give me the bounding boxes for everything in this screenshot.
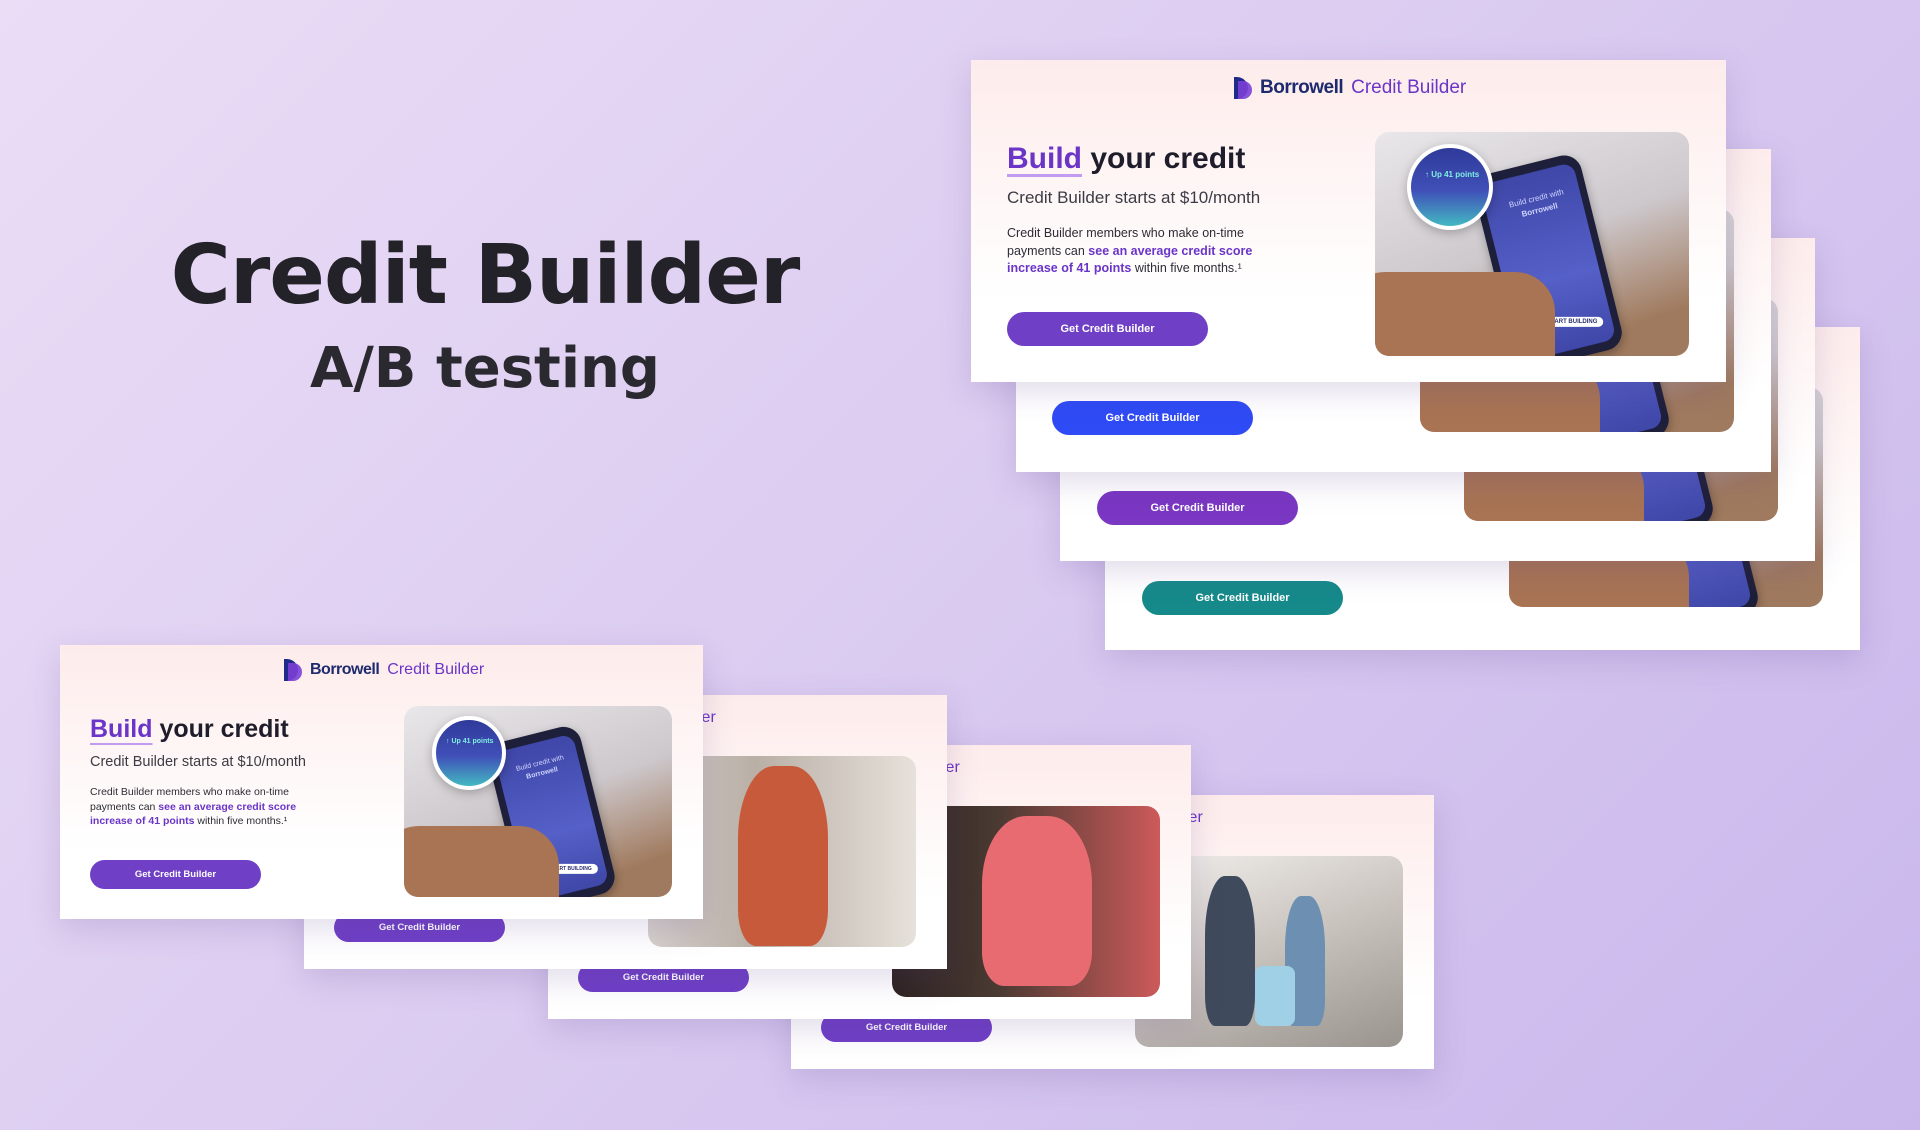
- ad-card-primary-small: Borrowell Credit Builder Build your cred…: [60, 645, 703, 919]
- headline-accent: Build: [90, 715, 153, 743]
- zoom-label: ↑ Up 41 points: [446, 738, 494, 745]
- cta-button-teal[interactable]: Get Credit Builder: [1142, 581, 1343, 615]
- headline-accent: Build: [1007, 142, 1082, 175]
- brand-product: Credit Builder: [1351, 77, 1467, 98]
- person-image: [738, 766, 828, 946]
- zoom-chart-circle: ↑ Up 41 points: [1407, 144, 1493, 230]
- brand-product: Credit Builder: [387, 661, 485, 678]
- ad-photo-phone: Build credit with Borrowell START BUILDI…: [404, 706, 672, 897]
- cta-button-purple[interactable]: Get Credit Builder: [90, 860, 261, 889]
- person-image: [982, 816, 1092, 986]
- borrowell-logo-icon: [284, 659, 302, 681]
- cta-button-purple[interactable]: Get Credit Builder: [1007, 312, 1208, 346]
- ad-photo-phone: Build credit with Borrowell START BUILDI…: [1375, 132, 1689, 356]
- ad-body: Credit Builder members who make on-time …: [90, 785, 318, 829]
- ad-subhead: Credit Builder starts at $10/month: [1007, 188, 1261, 207]
- hero-subtitle: A/B testing: [310, 336, 660, 401]
- suitcase-image: [1255, 966, 1295, 1026]
- cta-button-blue[interactable]: Get Credit Builder: [1052, 401, 1253, 435]
- cta-button-violet[interactable]: Get Credit Builder: [1097, 491, 1298, 525]
- hand-image: [1375, 272, 1555, 356]
- ad-body: Credit Builder members who make on-time …: [1007, 225, 1277, 278]
- body-suffix: within five months.¹: [1131, 261, 1242, 275]
- zoom-chart-circle: ↑ Up 41 points: [432, 716, 506, 790]
- brand-name: Borrowell: [1260, 77, 1344, 98]
- ad-card-primary-large: Borrowell Credit Builder Build your cred…: [971, 60, 1726, 382]
- zoom-label: ↑ Up 41 points: [1425, 170, 1480, 179]
- brand-name: Borrowell: [310, 661, 380, 678]
- brand-logo-row: Borrowell Credit Builder: [1234, 77, 1466, 99]
- hand-image: [404, 826, 559, 897]
- body-suffix: within five months.¹: [194, 815, 288, 828]
- ad-headline: Build your credit: [1007, 142, 1245, 176]
- headline-rest: your credit: [152, 715, 289, 743]
- person-image: [1205, 876, 1255, 1026]
- brand-logo-row: Borrowell Credit Builder: [284, 659, 484, 681]
- ad-headline: Build your credit: [90, 715, 289, 744]
- headline-rest: your credit: [1082, 142, 1246, 175]
- ad-subhead: Credit Builder starts at $10/month: [90, 754, 306, 770]
- hero-title: Credit Builder: [170, 228, 801, 323]
- borrowell-logo-icon: [1234, 77, 1252, 99]
